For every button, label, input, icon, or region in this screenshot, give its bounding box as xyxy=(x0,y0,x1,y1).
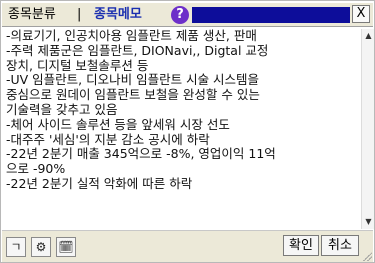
resize-grip-icon[interactable] xyxy=(362,251,372,261)
vertical-scrollbar[interactable]: ▲ ▼ xyxy=(361,29,374,229)
memo-line: -체어 사이드 솔루션 등을 앞세워 시장 선도 xyxy=(6,117,230,132)
help-icon[interactable]: ? xyxy=(171,6,189,24)
memo-line: -대주주 '세심'의 지분 감소 공시에 하락 xyxy=(6,132,210,147)
memo-line: -22년 2분기 실적 악화에 따른 하락 xyxy=(6,176,193,191)
tab-memo[interactable]: 종목메모 xyxy=(94,6,142,24)
cancel-button[interactable]: 취소 xyxy=(321,235,359,256)
settings-gear-icon[interactable]: ⚙ xyxy=(31,237,51,257)
memo-line: 기술력을 갖추고 있음 xyxy=(6,102,118,117)
memo-line: -UV 임플란트, 디오나비 임플란트 시술 시스템을 xyxy=(6,73,260,88)
tab-category[interactable]: 종목분류 xyxy=(8,6,56,24)
memo-line: -22년 2분기 매출 345억으로 -8%, 영업이익 11억 xyxy=(6,147,276,162)
tab-separator: | xyxy=(77,7,82,22)
calendar-icon[interactable]: 🗓 xyxy=(56,237,76,257)
title-strip xyxy=(192,7,350,23)
memo-line: -주력 제품군은 임플란트, DIONavi,, Digtal 교정 xyxy=(6,43,269,58)
memo-line: 장치, 디지털 보철솔루션 등 xyxy=(6,58,149,73)
memo-window: 종목분류 | 종목메모 ? X -의료기기, 인공치아용 임플란트 제품 생산,… xyxy=(0,0,375,263)
bottom-toolbar: ㄱ ⚙ 🗓 확인 취소 xyxy=(2,230,373,262)
memo-textarea[interactable]: -의료기기, 인공치아용 임플란트 제품 생산, 판매 -주력 제품군은 임플란… xyxy=(3,29,360,228)
memo-line: 중심으로 원데이 임플란트 보철을 완성할 수 있는 xyxy=(6,88,260,103)
close-button[interactable]: X xyxy=(352,5,370,23)
font-button[interactable]: ㄱ xyxy=(6,237,26,257)
scroll-down-icon[interactable]: ▼ xyxy=(363,216,374,228)
memo-line: 으로 -90% xyxy=(6,162,66,177)
confirm-button[interactable]: 확인 xyxy=(283,235,319,256)
memo-line: -의료기기, 인공치아용 임플란트 제품 생산, 판매 xyxy=(6,29,257,43)
scroll-up-icon[interactable]: ▲ xyxy=(363,30,374,42)
title-bar: 종목분류 | 종목메모 ? X xyxy=(2,3,373,27)
